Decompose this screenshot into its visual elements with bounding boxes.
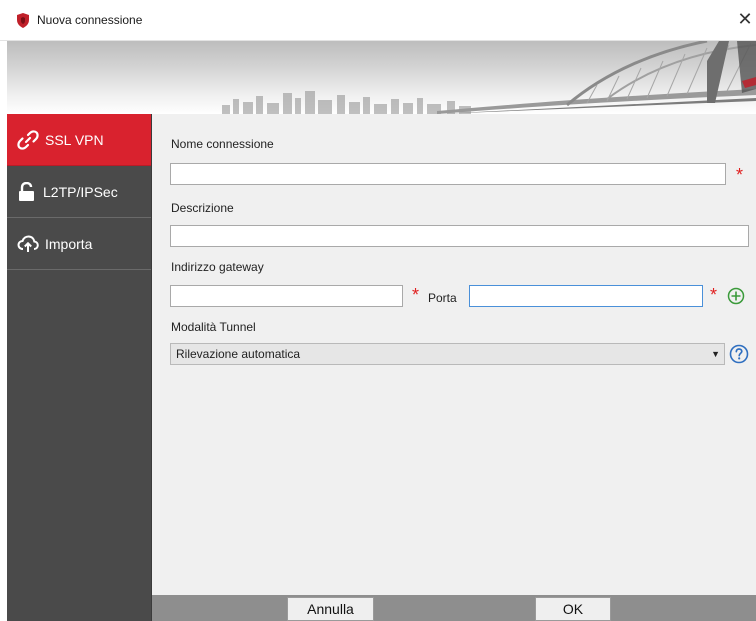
connection-name-input[interactable] [170, 163, 726, 185]
chevron-down-icon: ▼ [711, 349, 720, 359]
add-port-icon[interactable] [727, 287, 745, 305]
header-banner [7, 41, 756, 114]
cloud-upload-icon [17, 234, 39, 252]
connection-name-label: Nome connessione [171, 137, 274, 151]
gateway-input[interactable] [170, 285, 403, 307]
sidebar: SSL VPN L2TP/IPSec Importa [7, 114, 152, 621]
gateway-label: Indirizzo gateway [171, 260, 264, 274]
required-marker: * [736, 165, 744, 185]
close-icon: ✕ [737, 9, 753, 29]
sidebar-item-l2tp-ipsec[interactable]: L2TP/IPSec [7, 166, 151, 218]
sidebar-item-label: SSL VPN [45, 131, 104, 148]
dialog-footer: Annulla OK [152, 595, 756, 621]
bridge-skyline-image [222, 41, 756, 114]
tunnel-mode-value: Rilevazione automatica [176, 347, 301, 361]
sidebar-item-label: L2TP/IPSec [43, 183, 118, 200]
sidebar-item-importa[interactable]: Importa [7, 218, 151, 270]
port-label: Porta [428, 291, 457, 305]
description-input[interactable] [170, 225, 749, 247]
tunnel-mode-select[interactable]: Rilevazione automatica ▼ [170, 343, 725, 365]
sidebar-item-label: Importa [45, 235, 93, 252]
cancel-button[interactable]: Annulla [287, 597, 374, 621]
required-marker: * [710, 285, 718, 305]
link-icon [17, 129, 39, 150]
shield-icon [17, 13, 29, 28]
description-label: Descrizione [171, 201, 234, 215]
unlock-icon [19, 181, 34, 201]
window-title: Nuova connessione [37, 13, 143, 27]
required-marker: * [412, 285, 420, 305]
title-bar: Nuova connessione ✕ [0, 0, 756, 41]
port-input[interactable] [469, 285, 703, 307]
connection-form: Nome connessione * Descrizione Indirizzo… [152, 114, 756, 595]
tunnel-mode-label: Modalità Tunnel [171, 320, 256, 334]
help-icon[interactable] [729, 344, 749, 364]
ok-button[interactable]: OK [535, 597, 611, 621]
sidebar-item-ssl-vpn[interactable]: SSL VPN [7, 114, 151, 166]
close-button[interactable]: ✕ [734, 6, 756, 32]
